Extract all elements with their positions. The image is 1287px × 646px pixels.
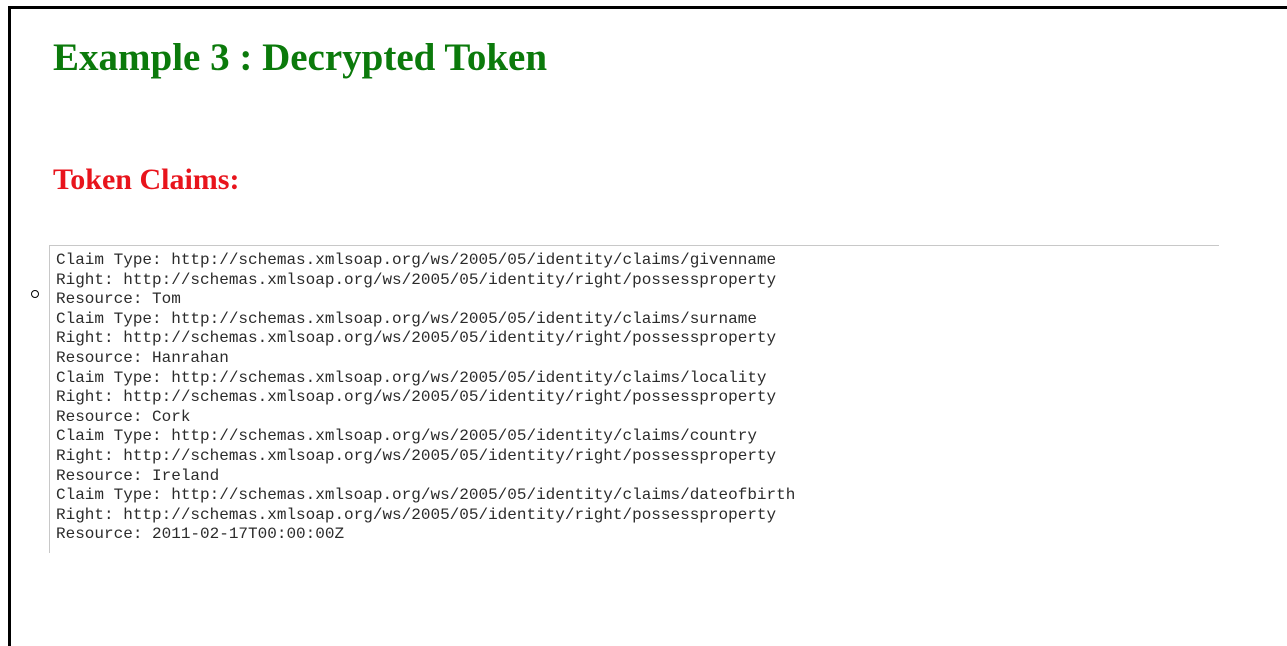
claim-right-line: Right: http://schemas.xmlsoap.org/ws/200… xyxy=(56,329,777,348)
page-title: Example 3 : Decrypted Token xyxy=(53,36,548,79)
claim-right-line: Right: http://schemas.xmlsoap.org/ws/200… xyxy=(56,505,777,524)
claim-type-line: Claim Type: http://schemas.xmlsoap.org/w… xyxy=(56,427,757,446)
claims-list: Claim Type: http://schemas.xmlsoap.org/w… xyxy=(56,251,1219,545)
claim-type-line: Claim Type: http://schemas.xmlsoap.org/w… xyxy=(56,486,796,505)
claim-resource-line: Resource: 2011-02-17T00:00:00Z xyxy=(56,525,345,544)
claim-right-line: Right: http://schemas.xmlsoap.org/ws/200… xyxy=(56,270,777,289)
claim-type-line: Claim Type: http://schemas.xmlsoap.org/w… xyxy=(56,368,767,387)
claim-type-line: Claim Type: http://schemas.xmlsoap.org/w… xyxy=(56,251,777,269)
claim-right-line: Right: http://schemas.xmlsoap.org/ws/200… xyxy=(56,388,777,407)
claim-resource-line: Resource: Ireland xyxy=(56,466,220,485)
section-heading: Token Claims: xyxy=(53,163,240,196)
claim-resource-line: Resource: Cork xyxy=(56,407,191,426)
claim-resource-line: Resource: Tom xyxy=(56,290,181,309)
claim-right-line: Right: http://schemas.xmlsoap.org/ws/200… xyxy=(56,446,777,465)
claim-type-line: Claim Type: http://schemas.xmlsoap.org/w… xyxy=(56,309,757,328)
claim-resource-line: Resource: Hanrahan xyxy=(56,348,229,367)
bullet-circle-icon xyxy=(31,290,39,298)
claims-output-box[interactable]: Claim Type: http://schemas.xmlsoap.org/w… xyxy=(49,245,1219,553)
